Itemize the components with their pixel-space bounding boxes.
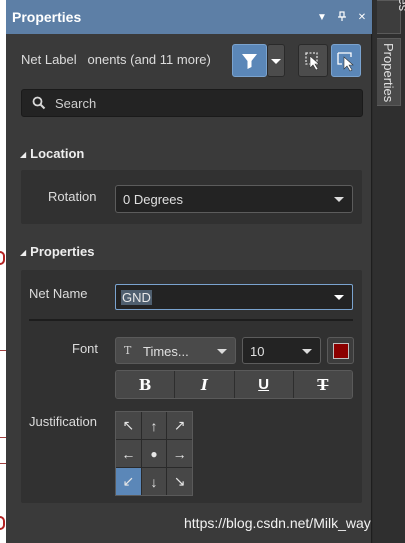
selection-summary: Net Label onents (and 11 more) [21, 52, 211, 67]
font-color-button[interactable] [327, 337, 354, 364]
rotation-select[interactable]: 0 Degrees [115, 185, 353, 213]
location-group: Rotation 0 Degrees [21, 170, 362, 224]
select-touching-button[interactable] [331, 44, 361, 77]
chevron-down-icon [334, 197, 344, 202]
close-icon[interactable]: ✕ [352, 12, 372, 23]
rotation-label: Rotation [48, 189, 97, 204]
location-section-header[interactable]: ◢ Location [20, 146, 84, 161]
collapse-triangle-icon: ◢ [20, 248, 27, 257]
justification-grid: ↖ ↑ ↗ ← ● → ↙ ↓ ↘ [115, 411, 193, 496]
justify-top-left-button[interactable]: ↖ [116, 412, 141, 439]
search-placeholder: Search [55, 96, 97, 111]
divider [29, 319, 353, 321]
properties-section-header[interactable]: ◢ Properties [20, 244, 94, 259]
justify-center-button[interactable]: ● [141, 440, 167, 467]
italic-button[interactable]: I [175, 371, 235, 398]
chevron-down-icon[interactable] [334, 295, 344, 300]
panel-titlebar[interactable]: Properties ▼ ✕ [6, 0, 372, 34]
justification-label: Justification [29, 414, 97, 429]
dropdown-icon[interactable]: ▼ [312, 12, 332, 23]
filter-dropdown-button[interactable] [267, 44, 285, 77]
selection-filter-row: Net Label onents (and 11 more) [6, 42, 372, 78]
net-name-field[interactable]: GND [115, 284, 353, 310]
strikethrough-button[interactable]: T [293, 371, 352, 398]
side-panel-tabs: aries Properties [373, 0, 405, 543]
color-swatch [333, 343, 349, 359]
justify-center-right-button[interactable]: → [167, 440, 192, 467]
side-tab-libraries[interactable]: aries [377, 0, 405, 34]
justify-center-left-button[interactable]: ← [116, 440, 141, 467]
properties-heading: Properties [30, 244, 95, 259]
net-name-value: GND [121, 290, 152, 305]
font-family-value: Times... [143, 344, 189, 359]
bold-button[interactable]: B [116, 371, 176, 398]
schematic-mark [0, 251, 5, 265]
chevron-down-icon [217, 349, 227, 354]
font-size-select[interactable]: 10 [242, 337, 321, 364]
object-type-label: Net Label [21, 52, 77, 67]
select-cursor-icon [337, 52, 354, 72]
selection-count-label: onents (and 11 more) [87, 52, 211, 67]
rotation-value: 0 Degrees [123, 192, 183, 207]
search-input[interactable]: Search [21, 89, 363, 117]
justify-bottom-right-button[interactable]: ↘ [167, 468, 192, 495]
justify-bottom-left-button[interactable]: ↙ [116, 468, 141, 495]
underline-button[interactable]: U [234, 371, 294, 398]
panel-title: Properties [12, 9, 82, 25]
collapse-triangle-icon: ◢ [20, 150, 27, 159]
watermark-text: https://blog.csdn.net/Milk_way [184, 515, 371, 531]
filter-icon [242, 54, 257, 69]
justify-top-right-button[interactable]: ↗ [167, 412, 192, 439]
chevron-down-icon [271, 59, 281, 64]
select-inside-button[interactable] [298, 44, 328, 77]
pin-icon[interactable] [332, 10, 352, 24]
font-label: Font [72, 341, 99, 356]
side-tab-label: Properties [381, 43, 396, 103]
font-style-toolbar: B I U T [115, 370, 353, 399]
location-heading: Location [30, 146, 85, 161]
net-name-label: Net Name [29, 286, 88, 301]
filter-button[interactable] [232, 44, 267, 77]
font-family-select[interactable]: T Times... [115, 337, 236, 364]
side-tab-label: aries [396, 0, 405, 11]
select-cursor-icon [305, 52, 320, 71]
justify-bottom-center-button[interactable]: ↓ [141, 468, 167, 495]
font-size-value: 10 [250, 344, 265, 359]
search-icon [32, 96, 46, 110]
justify-top-center-button[interactable]: ↑ [141, 412, 167, 439]
chevron-down-icon [302, 349, 312, 354]
truetype-font-icon: T [124, 344, 132, 357]
side-tab-properties[interactable]: Properties [377, 38, 401, 106]
schematic-mark [0, 516, 5, 530]
properties-panel: Properties ▼ ✕ Net Label onents (and 11 … [6, 0, 372, 543]
